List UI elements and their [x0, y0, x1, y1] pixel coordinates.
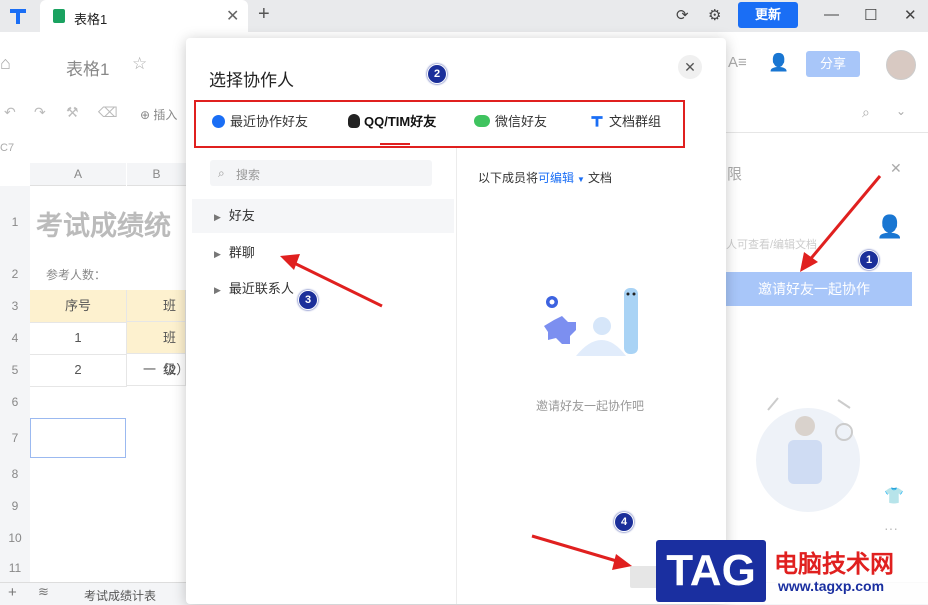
step-badge-4: 4 — [614, 512, 634, 532]
watermark-tag-logo: TAG — [656, 540, 766, 602]
annotation-arrows — [280, 175, 882, 570]
watermark-url: www.tagxp.com — [778, 578, 885, 594]
arrow-to-confirm — [531, 534, 632, 570]
arrow-to-group-chat — [280, 254, 383, 308]
step-badge-2: 2 — [427, 64, 447, 84]
watermark-site-name: 电脑技术网 — [774, 551, 894, 578]
step-badge-3: 3 — [298, 290, 318, 310]
step-badge-1: 1 — [859, 250, 879, 270]
